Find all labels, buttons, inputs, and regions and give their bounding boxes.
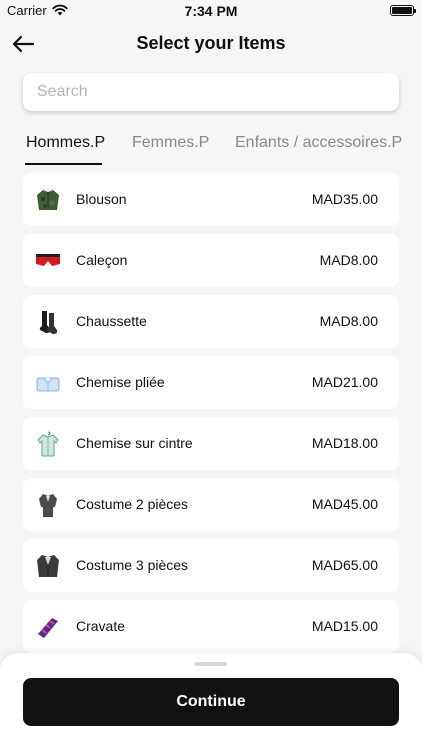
bottom-sheet: Continue: [0, 653, 422, 750]
list-item[interactable]: Caleçon MAD8.00: [23, 234, 399, 287]
item-name: Blouson: [76, 191, 127, 207]
search-box: [23, 73, 399, 111]
status-time: 7:34 PM: [184, 3, 238, 19]
item-price: MAD8.00: [319, 313, 378, 329]
list-item[interactable]: Costume 3 pièces MAD65.00: [23, 539, 399, 592]
search-input[interactable]: [23, 73, 399, 111]
item-name: Chemise pliée: [76, 374, 165, 390]
list-item[interactable]: Costume 2 pièces MAD45.00: [23, 478, 399, 531]
list-item[interactable]: Chemise sur cintre MAD18.00: [23, 417, 399, 470]
item-name: Chemise sur cintre: [76, 435, 193, 451]
nav-header: Select your Items: [0, 24, 422, 64]
hanging-shirt-icon: [37, 431, 59, 457]
list-item[interactable]: Cravate MAD15.00: [23, 600, 399, 653]
continue-button[interactable]: Continue: [23, 678, 399, 726]
boxer-shorts-icon: [36, 254, 60, 266]
page-title: Select your Items: [136, 33, 286, 53]
suit-3-piece-icon: [37, 555, 59, 577]
folded-shirt-icon: [36, 377, 60, 392]
suit-2-piece-icon: [39, 494, 57, 517]
jacket-icon: [37, 190, 59, 210]
item-name: Costume 2 pièces: [76, 496, 189, 512]
item-name: Caleçon: [76, 252, 128, 268]
sheet-drag-handle[interactable]: [195, 662, 227, 666]
battery-icon: [390, 5, 416, 16]
list-item[interactable]: Blouson MAD35.00: [23, 173, 399, 226]
tie-icon: [38, 618, 58, 638]
socks-icon: [39, 311, 58, 334]
active-tab-indicator: [25, 163, 102, 165]
item-price: MAD21.00: [311, 374, 378, 390]
tab-femmes[interactable]: Femmes.P: [132, 134, 209, 152]
item-price: MAD15.00: [311, 618, 378, 634]
status-bar: Carrier 7:34 PM: [0, 0, 422, 24]
tab-hommes[interactable]: Hommes.P: [26, 134, 105, 152]
item-name: Cravate: [76, 618, 126, 634]
list-item[interactable]: Chaussette MAD8.00: [23, 295, 399, 348]
category-tabs: Hommes.P Femmes.P Enfants / accessoires.…: [0, 126, 422, 166]
item-price: MAD45.00: [311, 496, 378, 512]
item-price: MAD65.00: [311, 557, 378, 573]
item-name: Chaussette: [76, 313, 147, 329]
item-price: MAD18.00: [311, 435, 378, 451]
item-name: Costume 3 pièces: [76, 557, 189, 573]
list-item[interactable]: Chemise pliée MAD21.00: [23, 356, 399, 409]
item-price: MAD35.00: [311, 191, 378, 207]
tab-enfants-accessoires[interactable]: Enfants / accessoires.P: [235, 134, 402, 152]
items-list: Blouson MAD35.00 Caleçon MAD8.00 Chausse…: [23, 173, 399, 661]
item-price: MAD8.00: [319, 252, 378, 268]
